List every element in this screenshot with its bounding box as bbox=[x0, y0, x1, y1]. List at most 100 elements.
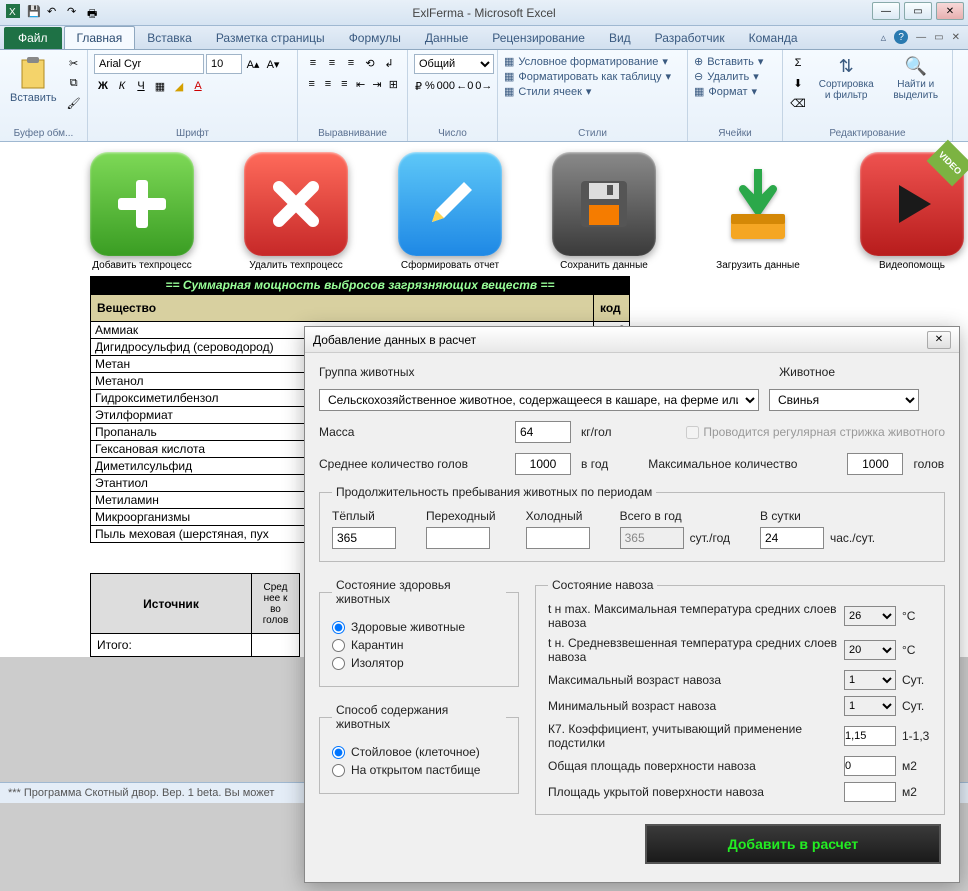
tavg-select[interactable]: 20 bbox=[844, 640, 896, 660]
tab-insert[interactable]: Вставка bbox=[135, 27, 204, 49]
redo-icon[interactable]: ↷ bbox=[66, 4, 84, 22]
font-color-icon[interactable]: A bbox=[189, 77, 207, 95]
indent-dec-icon[interactable]: ⇤ bbox=[353, 75, 368, 93]
find-select-button[interactable]: 🔍 Найти и выделить bbox=[885, 54, 946, 103]
mass-label: Масса bbox=[319, 425, 505, 439]
align-top-icon[interactable]: ≡ bbox=[304, 54, 322, 72]
align-left-icon[interactable]: ≡ bbox=[304, 75, 319, 93]
period-cold-input[interactable] bbox=[526, 527, 590, 549]
period-year-input bbox=[620, 527, 684, 549]
tab-formulas[interactable]: Формулы bbox=[337, 27, 413, 49]
print-icon[interactable]: 🖶 bbox=[86, 4, 104, 22]
tmax-select[interactable]: 26 bbox=[844, 606, 896, 626]
format-cells-button[interactable]: ▦ Формат ▾ bbox=[694, 84, 776, 99]
copy-icon[interactable]: ⧉ bbox=[65, 74, 83, 92]
health-quarantine-radio[interactable]: Карантин bbox=[332, 638, 506, 652]
format-painter-icon[interactable]: 🖌 bbox=[65, 94, 83, 112]
period-trans-input[interactable] bbox=[426, 527, 490, 549]
covered-input[interactable] bbox=[844, 782, 896, 802]
format-as-table-button[interactable]: ▦Форматировать как таблицу ▾ bbox=[504, 69, 681, 84]
wrap-icon[interactable]: ↲ bbox=[380, 54, 398, 72]
workbook-max-icon[interactable]: ▭ bbox=[934, 32, 943, 43]
help-icon[interactable]: ? bbox=[894, 30, 908, 44]
orientation-icon[interactable]: ⟲ bbox=[361, 54, 379, 72]
add-process-button[interactable]: Добавить техпроцесс bbox=[90, 152, 194, 272]
currency-icon[interactable]: ₽ bbox=[414, 77, 423, 95]
delete-cells-button[interactable]: ⊖ Удалить ▾ bbox=[694, 69, 776, 84]
align-right-icon[interactable]: ≡ bbox=[337, 75, 352, 93]
delete-process-button[interactable]: Удалить техпроцесс bbox=[244, 152, 348, 272]
fill-icon[interactable]: ⬇ bbox=[789, 74, 807, 92]
bold-icon[interactable]: Ж bbox=[94, 77, 112, 95]
agemax-select[interactable]: 1 bbox=[844, 670, 896, 690]
tab-review[interactable]: Рецензирование bbox=[480, 27, 597, 49]
insert-cells-button[interactable]: ⊕ Вставить ▾ bbox=[694, 54, 776, 69]
period-fieldset: Продолжительность пребывания животных по… bbox=[319, 485, 945, 562]
tab-view[interactable]: Вид bbox=[597, 27, 643, 49]
workbook-close-icon[interactable]: ✕ bbox=[952, 32, 960, 43]
report-button[interactable]: Сформировать отчет bbox=[398, 152, 502, 272]
align-mid-icon[interactable]: ≡ bbox=[323, 54, 341, 72]
font-name-input[interactable] bbox=[94, 54, 204, 74]
macro-toolbar: Добавить техпроцесс Удалить техпроцесс С… bbox=[0, 142, 968, 276]
indent-inc-icon[interactable]: ⇥ bbox=[369, 75, 384, 93]
cut-icon[interactable]: ✂ bbox=[65, 54, 83, 72]
group-align-title: Выравнивание bbox=[304, 127, 401, 139]
cond-format-button[interactable]: ▦Условное форматирование ▾ bbox=[504, 54, 681, 69]
clear-icon[interactable]: ⌫ bbox=[789, 94, 807, 112]
avg-count-input[interactable] bbox=[515, 453, 571, 475]
font-size-input[interactable] bbox=[206, 54, 242, 74]
period-day-input[interactable] bbox=[760, 527, 824, 549]
dec-dec-icon[interactable]: 0→ bbox=[475, 77, 493, 95]
save-icon[interactable]: 💾 bbox=[26, 4, 44, 22]
align-bot-icon[interactable]: ≡ bbox=[342, 54, 360, 72]
save-data-button[interactable]: Сохранить данные bbox=[552, 152, 656, 272]
grow-font-icon[interactable]: A▴ bbox=[244, 55, 262, 73]
inc-dec-icon[interactable]: ←0 bbox=[456, 77, 474, 95]
comma-icon[interactable]: 000 bbox=[437, 77, 455, 95]
fill-color-icon[interactable]: ◢ bbox=[170, 77, 188, 95]
group-font-title: Шрифт bbox=[94, 127, 291, 139]
agemin-select[interactable]: 1 bbox=[844, 696, 896, 716]
tab-data[interactable]: Данные bbox=[413, 27, 480, 49]
sort-filter-button[interactable]: ⇅ Сортировка и фильтр bbox=[811, 54, 881, 103]
tab-developer[interactable]: Разработчик bbox=[643, 27, 737, 49]
workbook-min-icon[interactable]: — bbox=[916, 32, 926, 43]
italic-icon[interactable]: К bbox=[113, 77, 131, 95]
minimize-button[interactable]: — bbox=[872, 2, 900, 20]
number-format-select[interactable]: Общий bbox=[414, 54, 494, 74]
tab-home[interactable]: Главная bbox=[64, 26, 136, 49]
area-input[interactable] bbox=[844, 756, 896, 776]
close-button[interactable]: ✕ bbox=[936, 2, 964, 20]
period-warm-input[interactable] bbox=[332, 527, 396, 549]
health-healthy-radio[interactable]: Здоровые животные bbox=[332, 620, 506, 634]
mass-input[interactable] bbox=[515, 421, 571, 443]
ribbon-minimize-icon[interactable]: ▵ bbox=[881, 31, 887, 44]
animal-select[interactable]: Свинья bbox=[769, 389, 919, 411]
health-isolator-radio[interactable]: Изолятор bbox=[332, 656, 506, 670]
merge-icon[interactable]: ⊞ bbox=[386, 75, 401, 93]
animal-group-select[interactable]: Сельскохозяйственное животное, содержаще… bbox=[319, 389, 759, 411]
autosum-icon[interactable]: Σ bbox=[789, 54, 807, 72]
keep-stall-radio[interactable]: Стойловое (клеточное) bbox=[332, 745, 506, 759]
border-icon[interactable]: ▦ bbox=[151, 77, 169, 95]
keep-pasture-radio[interactable]: На открытом пастбище bbox=[332, 763, 506, 777]
tab-file[interactable]: Файл bbox=[4, 27, 62, 49]
add-to-calc-button[interactable]: Добавить в расчет bbox=[645, 824, 941, 864]
dialog-close-button[interactable]: ✕ bbox=[927, 331, 951, 349]
paste-button[interactable]: Вставить bbox=[6, 54, 61, 106]
align-center-icon[interactable]: ≡ bbox=[320, 75, 335, 93]
shrink-font-icon[interactable]: A▾ bbox=[264, 55, 282, 73]
total-row: Итого: bbox=[91, 634, 252, 657]
max-count-input[interactable] bbox=[847, 453, 903, 475]
video-help-button[interactable]: VIDEO Видеопомощь bbox=[860, 152, 964, 272]
k7-input[interactable] bbox=[844, 726, 896, 746]
tab-layout[interactable]: Разметка страницы bbox=[204, 27, 337, 49]
underline-icon[interactable]: Ч bbox=[132, 77, 150, 95]
load-data-button[interactable]: Загрузить данные bbox=[706, 152, 810, 272]
maximize-button[interactable]: ▭ bbox=[904, 2, 932, 20]
tab-team[interactable]: Команда bbox=[737, 27, 810, 49]
percent-icon[interactable]: % bbox=[424, 77, 436, 95]
cell-styles-button[interactable]: ▦Стили ячеек ▾ bbox=[504, 84, 681, 99]
undo-icon[interactable]: ↶ bbox=[46, 4, 64, 22]
